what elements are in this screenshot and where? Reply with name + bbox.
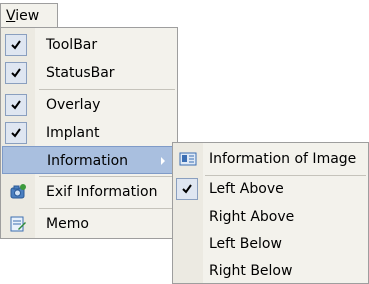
- view-label-rest: iew: [15, 8, 40, 24]
- menu-item-implant[interactable]: Implant: [1, 119, 177, 147]
- exif-icon: [9, 183, 27, 201]
- menu-item-memo[interactable]: Memo: [1, 210, 177, 238]
- menu-separator: [39, 89, 175, 90]
- menubar-view[interactable]: View: [0, 3, 58, 28]
- view-menu: ToolBar StatusBar Overlay Implant Inform…: [0, 27, 178, 239]
- submenu-item-label: Left Below: [209, 236, 282, 252]
- submenu-item-label: Right Above: [209, 209, 295, 225]
- submenu-item-information-of-image[interactable]: Information of Image: [173, 145, 368, 173]
- menu-item-label: Overlay: [46, 97, 101, 113]
- menu-separator: [39, 208, 175, 209]
- checkmark-icon: [5, 62, 27, 84]
- info-image-icon: [179, 150, 197, 168]
- menu-item-label: ToolBar: [46, 37, 98, 53]
- submenu-item-right-above[interactable]: Right Above: [173, 203, 368, 231]
- stage: View ToolBar StatusBar Overlay Implant I…: [0, 0, 369, 284]
- menu-separator: [39, 176, 175, 177]
- submenu-item-right-below[interactable]: Right Below: [173, 257, 368, 284]
- checkmark-icon: [5, 122, 27, 144]
- view-mnemonic: V: [6, 8, 16, 24]
- menu-item-label: StatusBar: [46, 65, 115, 81]
- menu-item-exif-information[interactable]: Exif Information: [1, 178, 177, 206]
- submenu-item-label: Left Above: [209, 181, 284, 197]
- menu-item-label: Memo: [46, 216, 89, 232]
- submenu-arrow-icon: [161, 157, 165, 165]
- checkmark-icon: [176, 178, 198, 200]
- information-submenu: Information of Image Left Above Right Ab…: [172, 142, 369, 284]
- menu-item-label: Implant: [46, 125, 100, 141]
- submenu-item-label: Information of Image: [209, 151, 357, 167]
- menu-item-information[interactable]: Information: [2, 146, 176, 174]
- menu-item-toolbar[interactable]: ToolBar: [1, 31, 177, 59]
- menu-item-label: Information: [47, 153, 129, 169]
- memo-icon: [9, 215, 27, 233]
- menu-item-overlay[interactable]: Overlay: [1, 91, 177, 119]
- submenu-item-left-above[interactable]: Left Above: [173, 175, 368, 203]
- submenu-item-left-below[interactable]: Left Below: [173, 230, 368, 258]
- menu-item-label: Exif Information: [46, 184, 158, 200]
- checkmark-icon: [5, 94, 27, 116]
- menu-item-statusbar[interactable]: StatusBar: [1, 59, 177, 87]
- checkmark-icon: [5, 34, 27, 56]
- submenu-item-label: Right Below: [209, 263, 293, 279]
